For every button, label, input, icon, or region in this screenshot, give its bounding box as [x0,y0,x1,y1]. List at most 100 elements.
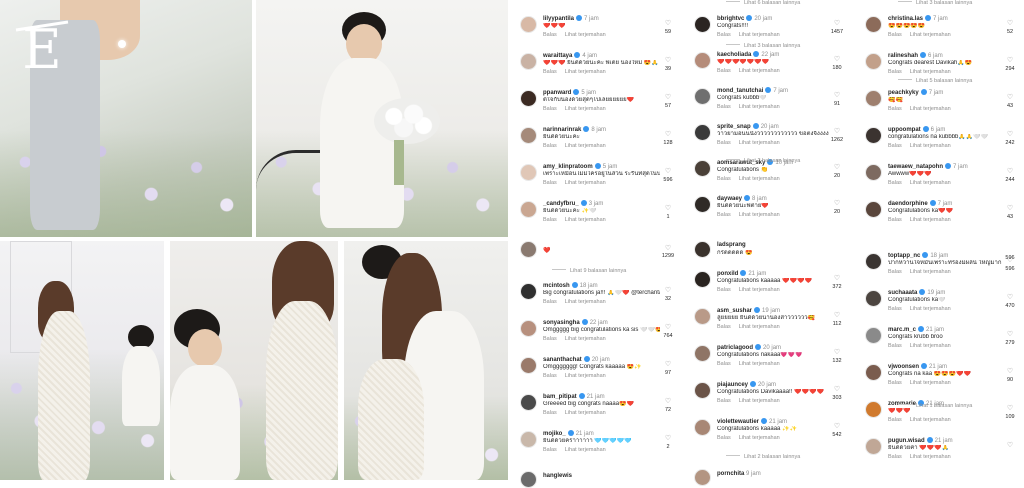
like-heart-icon[interactable]: ♡ [662,94,674,101]
comment-panel-3[interactable]: christina.las 7 jam 😍😍😍😍😍 Balas Lihat terjem… [857,0,1024,237]
avatar[interactable] [694,382,711,399]
translate-link[interactable]: Lihat terjemahan [910,417,951,423]
reply-button[interactable]: Balas [888,143,902,149]
like-heart-icon[interactable]: ♡ [662,168,674,175]
translate-link[interactable]: Lihat terjemahan [565,106,606,112]
comment-username[interactable]: piajauncey [717,382,748,388]
avatar[interactable] [520,201,537,218]
like-heart-icon[interactable]: ♡ [662,287,674,294]
translate-link[interactable]: Lihat terjemahan [910,32,951,38]
comment-username[interactable]: ponxild [717,271,738,277]
comment-username[interactable]: patriclagood [717,345,753,351]
comment-username[interactable]: asm_sushar [717,308,752,314]
comment-username[interactable]: marc.m_c [888,327,916,333]
like-heart-icon[interactable]: ♡ [1004,368,1016,375]
translate-link[interactable]: Lihat terjemahan [910,306,951,312]
like-heart-icon[interactable]: ♡ [662,131,674,138]
avatar[interactable] [865,90,882,107]
like-heart-icon[interactable]: ♡ [662,361,674,368]
reply-button[interactable]: Balas [888,217,902,223]
reply-button[interactable]: Balas [543,217,557,223]
reply-button[interactable]: Balas [543,180,557,186]
avatar[interactable] [694,16,711,33]
reply-button[interactable]: Balas [888,180,902,186]
avatar[interactable] [694,52,711,69]
avatar[interactable] [520,16,537,33]
translate-link[interactable]: Lihat terjemahan [739,104,780,110]
reply-button[interactable]: Balas [543,32,557,38]
avatar[interactable] [865,290,882,307]
view-more-replies[interactable]: Lihat 5 balasan lainnya [898,78,972,84]
reply-button[interactable]: Balas [888,380,902,386]
avatar[interactable] [694,308,711,325]
reply-button[interactable]: Balas [543,336,557,342]
translate-link[interactable]: Lihat terjemahan [565,410,606,416]
comment-username[interactable]: waraittaya [543,53,572,59]
comment-username[interactable]: bbrightvc [717,16,744,22]
comment-username[interactable]: uppoompat [888,127,921,133]
reply-button[interactable]: Balas [543,299,557,305]
like-heart-icon[interactable]: ♡ [831,92,843,99]
comment-username[interactable]: mcintosh [543,283,570,289]
avatar[interactable] [865,401,882,418]
like-heart-icon[interactable]: ♡ [1004,442,1016,449]
comment-username[interactable]: daendorphine [888,201,928,207]
comment-panel-4[interactable]: mcintosh 18 jam Big congratulations ja!!! … [512,241,682,480]
like-heart-icon[interactable]: ♡ [662,20,674,27]
reply-button[interactable]: Balas [717,287,731,293]
translate-link[interactable]: Lihat terjemahan [565,69,606,75]
reply-button[interactable]: Balas [717,68,731,74]
comment-username[interactable]: christina.las [888,16,923,22]
view-more-replies[interactable]: Lihat 1 balasan lainnya [898,403,972,409]
comment-username[interactable]: narinnarinrak [543,127,581,133]
translate-link[interactable]: Lihat terjemahan [910,454,951,460]
avatar[interactable] [865,16,882,33]
translate-link[interactable]: Lihat terjemahan [739,212,780,218]
avatar[interactable] [520,127,537,144]
comment-username[interactable]: taewaew_natapohn [888,164,943,170]
translate-link[interactable]: Lihat terjemahan [739,32,780,38]
translate-link[interactable]: Lihat terjemahan [739,176,780,182]
comment-username[interactable]: amy_klinpratoom [543,164,593,170]
like-heart-icon[interactable]: ♡ [1004,205,1016,212]
translate-link[interactable]: Lihat terjemahan [565,32,606,38]
translate-link[interactable]: Lihat terjemahan [739,324,780,330]
like-heart-icon[interactable]: ♡ [831,312,843,319]
reply-button[interactable]: Balas [888,343,902,349]
comment-username[interactable]: ppanward [543,90,571,96]
like-heart-icon[interactable]: ♡ [1004,168,1016,175]
like-heart-icon[interactable]: ♡ [831,275,843,282]
avatar[interactable] [694,88,711,105]
avatar[interactable] [520,90,537,107]
like-heart-icon[interactable]: ♡ [662,435,674,442]
like-heart-icon[interactable]: ♡ [831,20,843,27]
translate-link[interactable]: Lihat terjemahan [910,180,951,186]
reply-button[interactable]: Balas [717,176,731,182]
comment-panel-5[interactable]: ponxild 21 jam Congratulations kaaaaa ❤️❤️… [686,241,851,480]
comment-username[interactable]: _candyfbru_ [543,201,579,207]
avatar[interactable] [694,160,711,177]
reply-button[interactable]: Balas [717,398,731,404]
translate-link[interactable]: Lihat terjemahan [739,361,780,367]
translate-link[interactable]: Lihat terjemahan [739,398,780,404]
translate-link[interactable]: Lihat terjemahan [910,269,951,275]
translate-link[interactable]: Lihat terjemahan [739,435,780,441]
comment-username[interactable]: lilyypantila [543,16,574,22]
comment-username[interactable]: suchaaata [888,290,917,296]
reply-button[interactable]: Balas [717,212,731,218]
view-more-replies[interactable]: Lihat 3 balasan lainnya [898,0,972,6]
reply-button[interactable]: Balas [888,32,902,38]
comment-username[interactable]: sonyasingha [543,320,580,326]
like-heart-icon[interactable]: ♡ [831,128,843,135]
like-heart-icon[interactable]: ♡ [1004,331,1016,338]
translate-link[interactable]: Lihat terjemahan [565,373,606,379]
translate-link[interactable]: Lihat terjemahan [910,343,951,349]
comment-username[interactable]: pugun.wisad [888,438,925,444]
like-heart-icon[interactable]: ♡ [662,398,674,405]
comment-username[interactable]: sprite_snap [717,124,751,130]
like-heart-icon[interactable]: ♡ [831,56,843,63]
avatar[interactable] [865,164,882,181]
comment-username[interactable]: kaecholiada [717,52,751,58]
reply-button[interactable]: Balas [543,373,557,379]
reply-button[interactable]: Balas [543,447,557,453]
